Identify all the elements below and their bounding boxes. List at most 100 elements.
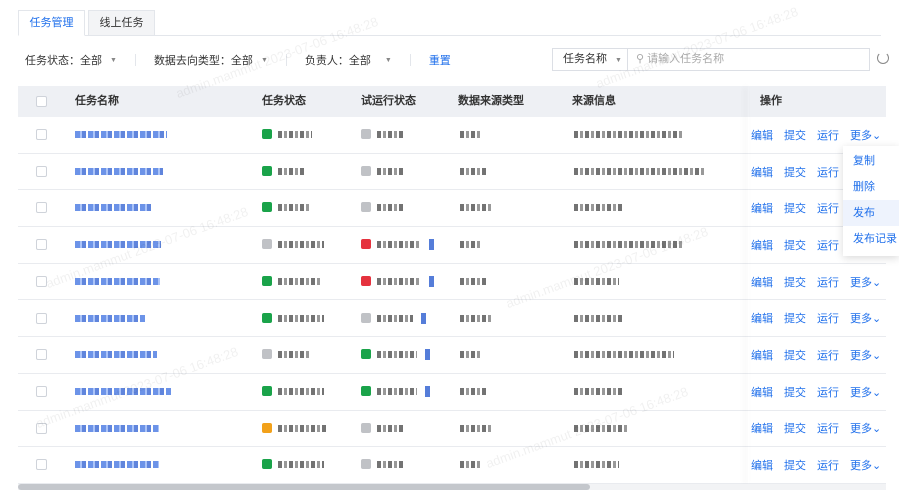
run-button[interactable]: 运行 bbox=[817, 384, 839, 400]
status-filter[interactable]: 任务状态：全部 ▼ bbox=[25, 52, 117, 68]
edit-button[interactable]: 编辑 bbox=[751, 347, 773, 363]
trial-status-icon bbox=[361, 422, 371, 433]
more-button[interactable]: 更多⌄ bbox=[850, 420, 881, 436]
horizontal-scrollbar[interactable] bbox=[18, 484, 886, 490]
task-name-link[interactable] bbox=[75, 387, 171, 395]
more-button[interactable]: 更多⌄ bbox=[850, 457, 881, 473]
edit-button[interactable]: 编辑 bbox=[751, 164, 773, 180]
trial-status-icon bbox=[361, 312, 371, 323]
run-button[interactable]: 运行 bbox=[817, 347, 839, 363]
row-checkbox[interactable] bbox=[36, 422, 47, 434]
submit-button[interactable]: 提交 bbox=[784, 274, 806, 290]
source-type-text bbox=[460, 314, 492, 322]
scrollbar-thumb[interactable] bbox=[18, 484, 590, 490]
divider bbox=[134, 54, 136, 66]
row-checkbox[interactable] bbox=[36, 202, 47, 214]
task-name-link[interactable] bbox=[75, 131, 167, 138]
trial-log-link[interactable] bbox=[429, 239, 434, 251]
more-label: 更多 bbox=[850, 313, 872, 326]
menu-item-publish[interactable]: 发布 bbox=[843, 200, 899, 226]
run-button[interactable]: 运行 bbox=[817, 164, 839, 180]
reset-button[interactable]: 重置 bbox=[429, 52, 451, 68]
row-checkbox[interactable] bbox=[36, 349, 47, 361]
edit-button[interactable]: 编辑 bbox=[751, 237, 773, 253]
run-button[interactable]: 运行 bbox=[817, 457, 839, 473]
task-status-text bbox=[278, 131, 312, 138]
row-checkbox[interactable] bbox=[36, 129, 47, 140]
caret-down-icon: ▼ bbox=[615, 57, 622, 64]
run-button[interactable]: 运行 bbox=[817, 274, 839, 290]
run-button[interactable]: 运行 bbox=[817, 127, 839, 143]
search-field-select[interactable]: 任务名称 ▼ bbox=[552, 48, 628, 71]
caret-down-icon: ▼ bbox=[260, 56, 268, 64]
select-all-checkbox[interactable] bbox=[36, 96, 47, 107]
dest-type-filter[interactable]: 数据去向类型：全部 ▼ bbox=[154, 52, 268, 68]
source-type-text bbox=[460, 204, 492, 212]
edit-button[interactable]: 编辑 bbox=[751, 457, 773, 473]
trial-log-link[interactable] bbox=[429, 275, 434, 287]
more-button[interactable]: 更多⌄ bbox=[850, 274, 881, 290]
run-button[interactable]: 运行 bbox=[817, 310, 839, 326]
chevron-down-icon: ⌄ bbox=[872, 350, 882, 363]
task-name-link[interactable] bbox=[75, 314, 145, 322]
row-checkbox[interactable] bbox=[36, 275, 47, 287]
more-label: 更多 bbox=[850, 129, 872, 142]
row-checkbox[interactable] bbox=[36, 459, 47, 471]
source-info-text bbox=[574, 314, 622, 322]
tab-online-tasks[interactable]: 线上任务 bbox=[88, 10, 155, 36]
submit-button[interactable]: 提交 bbox=[784, 384, 806, 400]
source-info-text bbox=[574, 351, 674, 359]
row-checkbox[interactable] bbox=[36, 385, 47, 397]
menu-item-publish-history[interactable]: 发布记录 bbox=[843, 226, 899, 252]
more-button[interactable]: 更多⌄ bbox=[850, 347, 881, 363]
row-checkbox[interactable] bbox=[36, 312, 47, 324]
trial-log-link[interactable] bbox=[425, 349, 430, 361]
submit-button[interactable]: 提交 bbox=[784, 237, 806, 253]
row-checkbox[interactable] bbox=[36, 165, 47, 177]
task-name-link[interactable] bbox=[75, 424, 159, 432]
task-name-link[interactable] bbox=[75, 167, 163, 175]
tab-task-management[interactable]: 任务管理 bbox=[18, 10, 85, 36]
menu-item-copy[interactable]: 复制 bbox=[843, 148, 899, 174]
owner-filter[interactable]: 负责人：全部 ▼ bbox=[305, 52, 392, 68]
task-name-link[interactable] bbox=[75, 461, 159, 469]
task-name-link[interactable] bbox=[75, 277, 160, 285]
table-row: 编辑 提交 运行 更多⌄ bbox=[18, 337, 886, 374]
run-button[interactable]: 运行 bbox=[817, 237, 839, 253]
source-info-text bbox=[574, 131, 684, 138]
submit-button[interactable]: 提交 bbox=[784, 127, 806, 143]
edit-button[interactable]: 编辑 bbox=[751, 274, 773, 290]
submit-button[interactable]: 提交 bbox=[784, 347, 806, 363]
search-input[interactable]: ⚲ 请输入任务名称 bbox=[627, 48, 870, 71]
edit-button[interactable]: 编辑 bbox=[751, 127, 773, 143]
refresh-icon[interactable] bbox=[877, 52, 889, 64]
task-status-icon bbox=[262, 349, 272, 360]
submit-button[interactable]: 提交 bbox=[784, 310, 806, 326]
more-button[interactable]: 更多⌄ bbox=[850, 310, 881, 326]
row-actions: 编辑 提交 运行 更多⌄ bbox=[751, 374, 881, 410]
run-button[interactable]: 运行 bbox=[817, 420, 839, 436]
run-button[interactable]: 运行 bbox=[817, 200, 839, 216]
trial-log-link[interactable] bbox=[425, 385, 430, 397]
task-name-link[interactable] bbox=[75, 351, 157, 359]
more-button[interactable]: 更多⌄ bbox=[850, 127, 881, 143]
edit-button[interactable]: 编辑 bbox=[751, 200, 773, 216]
divider bbox=[285, 54, 287, 66]
more-button[interactable]: 更多⌄ bbox=[850, 384, 881, 400]
submit-button[interactable]: 提交 bbox=[784, 164, 806, 180]
submit-button[interactable]: 提交 bbox=[784, 200, 806, 216]
menu-item-delete[interactable]: 删除 bbox=[843, 174, 899, 200]
row-checkbox[interactable] bbox=[36, 239, 47, 251]
edit-button[interactable]: 编辑 bbox=[751, 420, 773, 436]
task-name-link[interactable] bbox=[75, 241, 161, 249]
edit-button[interactable]: 编辑 bbox=[751, 310, 773, 326]
submit-button[interactable]: 提交 bbox=[784, 457, 806, 473]
submit-button[interactable]: 提交 bbox=[784, 420, 806, 436]
trial-log-link[interactable] bbox=[421, 312, 426, 324]
more-label: 更多 bbox=[850, 423, 872, 436]
row-actions: 编辑 提交 运行 更多⌄ bbox=[751, 411, 881, 447]
edit-button[interactable]: 编辑 bbox=[751, 384, 773, 400]
trial-status-text bbox=[377, 204, 405, 212]
task-name-link[interactable] bbox=[75, 204, 153, 212]
dest-type-filter-label: 数据去向类型：全部 bbox=[153, 55, 253, 67]
